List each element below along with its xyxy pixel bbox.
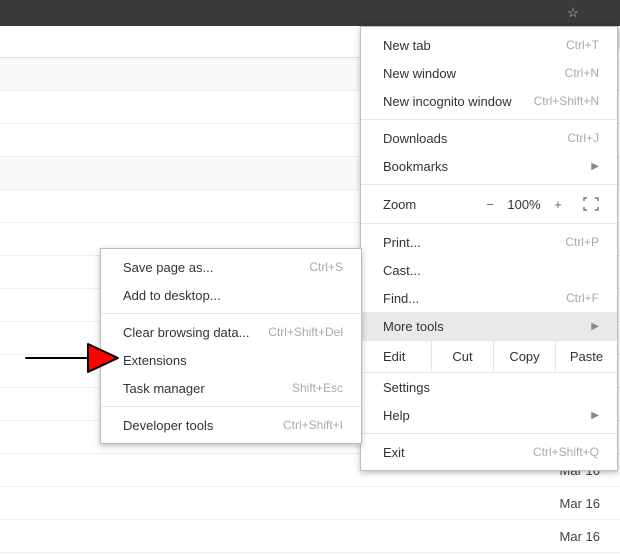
menu-new-window[interactable]: New windowCtrl+N [361,59,617,87]
submenu-add-desktop[interactable]: Add to desktop... [101,281,361,309]
menu-edit-row: Edit Cut Copy Paste [361,340,617,373]
tab-strip [0,26,360,58]
separator [361,223,617,224]
separator [361,119,617,120]
zoom-label: Zoom [383,197,477,212]
menu-print[interactable]: Print...Ctrl+P [361,228,617,256]
separator [361,184,617,185]
separator [361,433,617,434]
menu-cast[interactable]: Cast... [361,256,617,284]
menu-new-tab[interactable]: New tabCtrl+T [361,31,617,59]
menu-help[interactable]: Help▶ [361,401,617,429]
extension-icon[interactable] [590,2,616,24]
submenu-task-manager[interactable]: Task managerShift+Esc [101,374,361,402]
cut-button[interactable]: Cut [431,341,493,372]
chevron-right-icon: ▶ [591,410,599,421]
fullscreen-icon[interactable] [579,195,603,213]
zoom-value: 100% [503,197,545,212]
list-row[interactable]: Mar 16 [0,520,620,553]
chrome-menu: New tabCtrl+T New windowCtrl+N New incog… [360,26,618,471]
menu-downloads[interactable]: DownloadsCtrl+J [361,124,617,152]
menu-bookmarks[interactable]: Bookmarks▶ [361,152,617,180]
menu-more-tools[interactable]: More tools▶ [361,312,617,340]
chevron-right-icon: ▶ [591,161,599,172]
submenu-clear-data[interactable]: Clear browsing data...Ctrl+Shift+Del [101,318,361,346]
star-icon[interactable]: ☆ [560,2,586,24]
submenu-developer-tools[interactable]: Developer toolsCtrl+Shift+I [101,411,361,439]
edit-label: Edit [361,341,431,372]
menu-find[interactable]: Find...Ctrl+F [361,284,617,312]
menu-exit[interactable]: ExitCtrl+Shift+Q [361,438,617,466]
paste-button[interactable]: Paste [555,341,617,372]
submenu-extensions[interactable]: Extensions [101,346,361,374]
copy-button[interactable]: Copy [493,341,555,372]
chevron-right-icon: ▶ [591,321,599,332]
list-row[interactable]: Mar 16 [0,487,620,520]
separator [101,313,361,314]
more-tools-submenu: Save page as...Ctrl+S Add to desktop... … [100,248,362,444]
zoom-in-button[interactable]: + [545,197,571,212]
menu-new-incognito[interactable]: New incognito windowCtrl+Shift+N [361,87,617,115]
menu-settings[interactable]: Settings [361,373,617,401]
separator [101,406,361,407]
submenu-save-page[interactable]: Save page as...Ctrl+S [101,253,361,281]
browser-toolbar: ☆ ⋮ [0,0,620,26]
zoom-out-button[interactable]: − [477,197,503,212]
menu-zoom: Zoom − 100% + [361,189,617,219]
